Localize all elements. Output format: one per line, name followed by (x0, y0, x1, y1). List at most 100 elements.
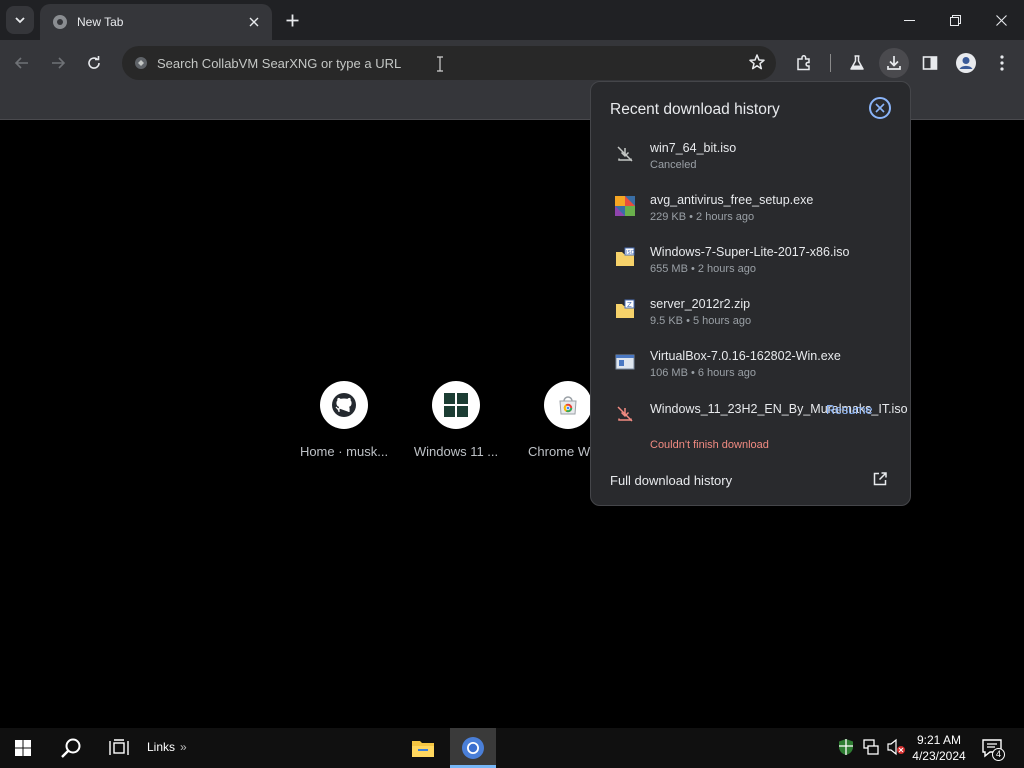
full-download-history-label: Full download history (610, 473, 733, 488)
download-filename: avg_antivirus_free_setup.exe (650, 193, 814, 207)
shortcut-icon-tile (544, 381, 592, 429)
download-item-failed[interactable]: Windows_11_23H2_EN_By_Muralmaks_IT.iso C… (591, 401, 911, 461)
download-failed-icon (614, 403, 636, 425)
download-item[interactable]: ISO Windows-7-Super-Lite-2017-x86.iso 65… (591, 245, 911, 297)
close-icon (995, 14, 1007, 26)
iso-file-icon: ISO (614, 247, 636, 269)
shortcut-label: Home · musk... (299, 444, 389, 459)
chrome-menu-button[interactable] (987, 48, 1017, 78)
download-filename: win7_64_bit.iso (650, 141, 737, 155)
download-filename: Windows_11_23H2_EN_By_Muralmaks_IT.iso (650, 402, 908, 416)
windows-icon (444, 393, 468, 417)
browser-toolbar: Search CollabVM SearXNG or type a URL (0, 40, 1024, 86)
avg-installer-icon (614, 195, 636, 217)
download-bubble: Recent download history win7_64_bit.iso … (590, 81, 911, 506)
full-download-history-link[interactable]: Full download history (591, 468, 911, 492)
bookmark-star-button[interactable] (748, 53, 766, 76)
restore-button[interactable] (932, 0, 978, 40)
forward-button[interactable] (43, 48, 73, 78)
tab-new-tab[interactable]: New Tab (40, 4, 272, 40)
volume-muted-icon[interactable] (886, 738, 906, 756)
labs-flask-icon (850, 55, 864, 70)
close-icon (249, 17, 259, 27)
close-icon (875, 103, 885, 113)
download-bubble-close-button[interactable] (869, 97, 891, 119)
side-panel-button[interactable] (915, 48, 945, 78)
clock-date: 4/23/2024 (912, 749, 966, 763)
taskbar-file-explorer[interactable] (400, 728, 446, 768)
extensions-button[interactable] (789, 48, 819, 78)
start-windows-icon (15, 740, 31, 756)
download-item[interactable]: win7_64_bit.iso Canceled (591, 141, 911, 193)
chevron-down-icon (15, 17, 25, 24)
download-icon (887, 56, 901, 70)
search-icon (61, 738, 81, 758)
installer-file-icon (614, 351, 636, 373)
restore-icon (949, 14, 961, 26)
download-status: 106 MB • 6 hours ago (650, 367, 756, 379)
download-bubble-title: Recent download history (610, 101, 780, 118)
notification-count-badge: 4 (992, 748, 1005, 761)
profile-button[interactable] (951, 48, 981, 78)
side-panel-icon (922, 56, 938, 70)
forward-icon (52, 57, 66, 69)
extensions-icon (797, 54, 810, 71)
address-bar[interactable]: Search CollabVM SearXNG or type a URL (122, 46, 776, 80)
plus-icon (286, 14, 298, 26)
shortcut-label: Windows 11 ... (413, 444, 499, 459)
network-icon[interactable] (862, 738, 880, 756)
menu-icon (1000, 55, 1004, 71)
minimize-icon (903, 19, 915, 21)
download-item[interactable]: VirtualBox-7.0.16-162802-Win.exe 106 MB … (591, 349, 911, 401)
shortcut-windows-11[interactable]: Windows 11 ... (408, 381, 504, 459)
chrome-page-icon (53, 15, 67, 29)
taskbar-search-button[interactable] (48, 728, 94, 768)
svg-text:ISO: ISO (626, 250, 635, 256)
search-engine-icon[interactable] (132, 54, 150, 72)
window-controls (886, 0, 1024, 40)
labs-button[interactable] (842, 48, 872, 78)
taskbar-chrome[interactable] (450, 728, 496, 768)
tab-close-button[interactable] (246, 14, 262, 30)
download-canceled-icon (614, 143, 636, 165)
download-status: 229 KB • 2 hours ago (650, 211, 755, 223)
chrome-web-store-icon (559, 396, 577, 415)
task-view-button[interactable] (96, 728, 142, 768)
download-filename: server_2012r2.zip (650, 297, 751, 311)
download-filename: VirtualBox-7.0.16-162802-Win.exe (650, 349, 841, 363)
resume-download-button[interactable]: Resume (826, 403, 873, 417)
minimize-button[interactable] (886, 0, 932, 40)
download-status: 9.5 KB • 5 hours ago (650, 315, 752, 327)
shortcut-icon-tile (320, 381, 368, 429)
close-window-button[interactable] (978, 0, 1024, 40)
downloads-button[interactable] (879, 48, 909, 78)
shortcut-icon-tile (432, 381, 480, 429)
shortcut-github[interactable]: Home · musk... (296, 381, 392, 459)
security-shield-icon[interactable] (838, 738, 854, 756)
download-item[interactable]: avg_antivirus_free_setup.exe 229 KB • 2 … (591, 193, 911, 245)
back-button[interactable] (7, 48, 37, 78)
profile-icon (956, 53, 976, 73)
zip-file-icon: Z (614, 299, 636, 321)
links-toolbar-label[interactable]: Links (147, 740, 175, 754)
tab-strip: New Tab (0, 0, 1024, 40)
address-bar-placeholder: Search CollabVM SearXNG or type a URL (157, 55, 402, 71)
text-cursor-icon (437, 56, 443, 72)
download-item[interactable]: Z server_2012r2.zip 9.5 KB • 5 hours ago (591, 297, 911, 349)
start-button[interactable] (0, 728, 46, 768)
task-view-icon (109, 739, 129, 755)
download-error-status: Couldn't finish download (650, 439, 769, 451)
back-icon (14, 57, 28, 69)
chrome-icon (462, 737, 484, 759)
svg-text:Z: Z (627, 301, 632, 309)
clock-time: 9:21 AM (916, 733, 962, 747)
download-status: Canceled (650, 159, 697, 171)
tab-search-button[interactable] (6, 6, 34, 34)
links-chevron-icon[interactable]: » (180, 740, 187, 754)
windows-taskbar: Links » 9:21 AM 4/23/2024 4 (0, 728, 1024, 768)
new-tab-button[interactable] (282, 10, 302, 30)
reload-button[interactable] (79, 48, 109, 78)
taskbar-clock[interactable]: 9:21 AM 4/23/2024 (906, 732, 972, 764)
toolbar-separator (830, 54, 831, 72)
download-filename: Windows-7-Super-Lite-2017-x86.iso (650, 245, 850, 259)
